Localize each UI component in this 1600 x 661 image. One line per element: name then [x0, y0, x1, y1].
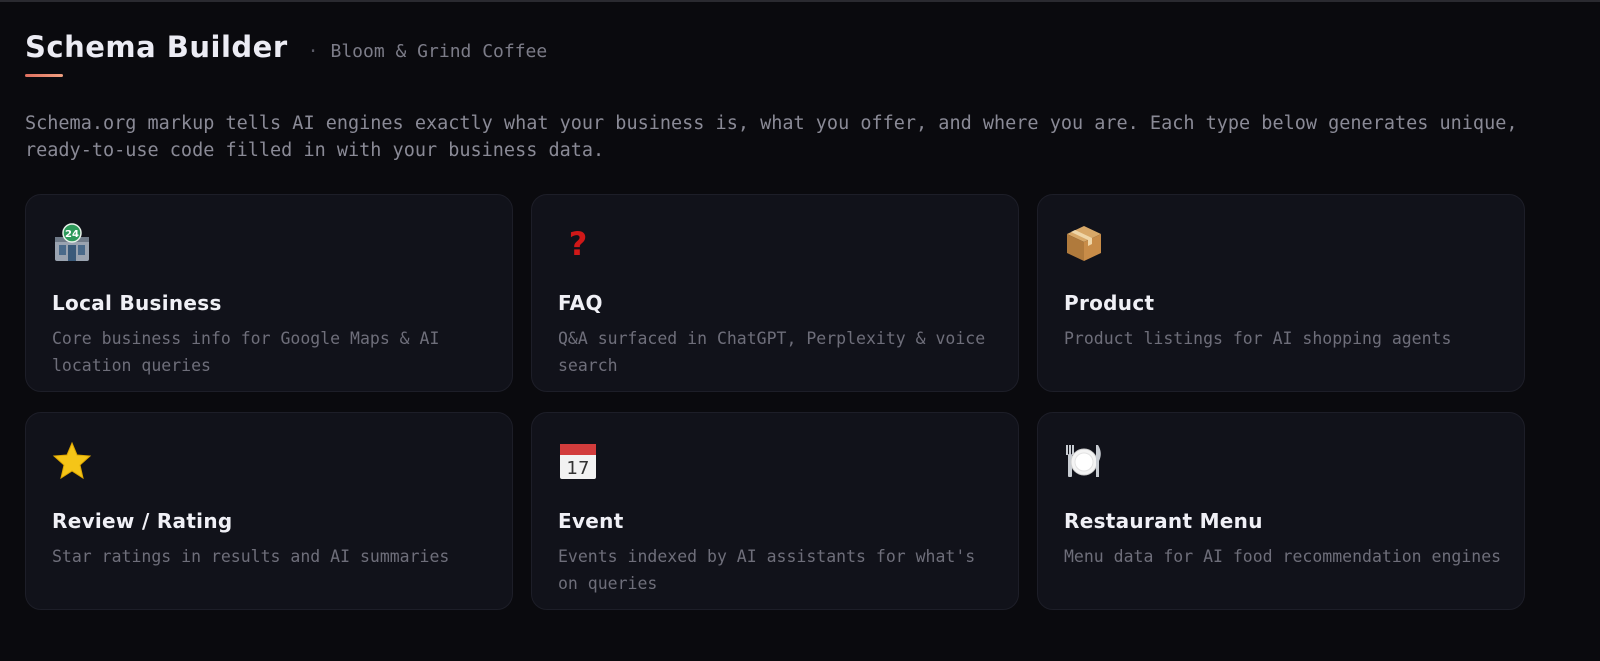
separator-dot: ·	[307, 41, 319, 62]
business-name: Bloom & Grind Coffee	[330, 41, 548, 62]
card-description: Product listings for AI shopping agents	[1064, 329, 1452, 348]
calendar-icon: 17	[558, 441, 598, 481]
svg-text:?: ?	[569, 225, 588, 263]
card-title: FAQ	[558, 291, 603, 315]
convenience-store-icon: 24	[52, 223, 92, 263]
package-icon	[1064, 223, 1104, 263]
card-title: Product	[1064, 291, 1155, 315]
business-subtitle: · Bloom & Grind Coffee	[308, 41, 548, 62]
card-title: Review / Rating	[52, 509, 233, 533]
schema-builder-panel: Schema Builder · Bloom & Grind Coffee Sch…	[0, 0, 1600, 661]
card-description: Q&A surfaced in ChatGPT, Perplexity & vo…	[558, 329, 986, 375]
schema-card-local-business[interactable]: 24 Local Business Core business info for…	[25, 194, 513, 392]
card-title: Restaurant Menu	[1064, 509, 1263, 533]
schema-card-event[interactable]: 17 Event Events indexed by AI assistants…	[531, 412, 1019, 610]
page-header: Schema Builder · Bloom & Grind Coffee	[25, 30, 547, 64]
svg-text:17: 17	[567, 458, 590, 479]
schema-card-review-rating[interactable]: Review / Rating Star ratings in results …	[25, 412, 513, 610]
card-title: Local Business	[52, 291, 222, 315]
schema-card-restaurant-menu[interactable]: Restaurant Menu Menu data for AI food re…	[1037, 412, 1525, 610]
schema-card-product[interactable]: Product Product listings for AI shopping…	[1037, 194, 1525, 392]
card-description: Core business info for Google Maps & AI …	[52, 329, 440, 375]
star-icon	[52, 441, 92, 481]
card-description: Menu data for AI food recommendation eng…	[1064, 547, 1502, 566]
card-description: Events indexed by AI assistants for what…	[558, 547, 976, 593]
card-description: Star ratings in results and AI summaries	[52, 547, 450, 566]
title-accent-bar	[25, 74, 63, 77]
plate-cutlery-icon	[1064, 441, 1104, 481]
svg-text:24: 24	[65, 229, 79, 240]
intro-text: Schema.org markup tells AI engines exact…	[25, 113, 1518, 161]
schema-type-grid: 24 Local Business Core business info for…	[25, 194, 1525, 610]
card-title: Event	[558, 509, 624, 533]
schema-card-faq[interactable]: ? FAQ Q&A surfaced in ChatGPT, Perplexit…	[531, 194, 1019, 392]
page-title: Schema Builder	[25, 30, 288, 64]
question-mark-icon: ?	[558, 223, 598, 263]
